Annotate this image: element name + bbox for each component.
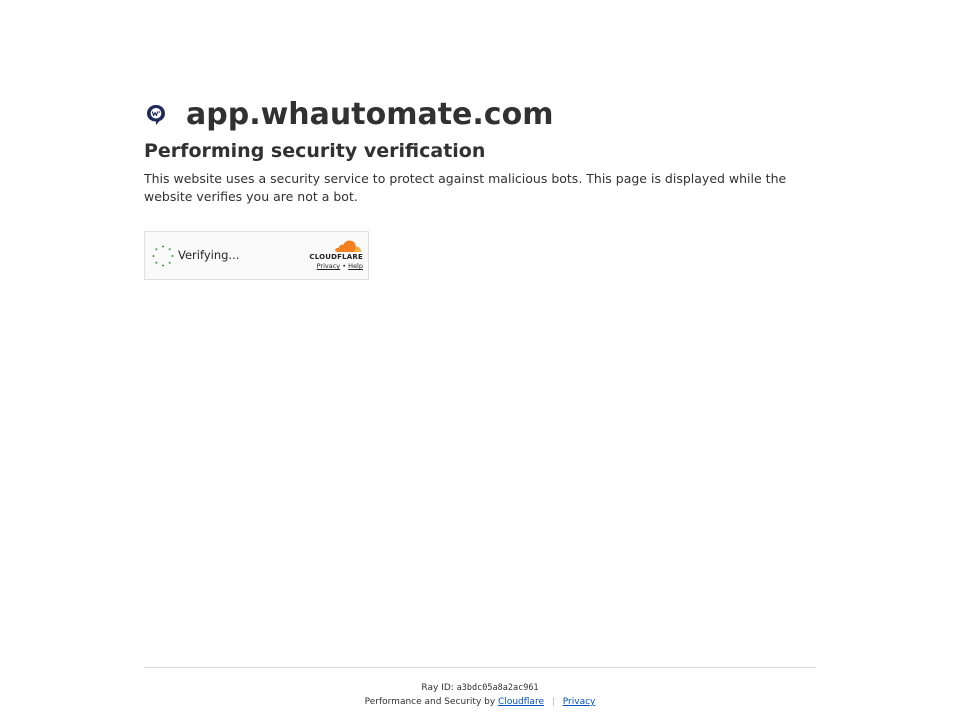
footer-divider: |: [551, 697, 555, 707]
widget-link-separator: •: [342, 262, 347, 270]
site-name: app.whautomate.com: [186, 97, 554, 132]
widget-links: Privacy • Help: [303, 262, 363, 271]
verifying-status: Verifying...: [178, 248, 240, 262]
site-header: app.whautomate.com: [144, 96, 816, 134]
main-content: app.whautomate.com Performing security v…: [144, 96, 816, 280]
widget-privacy-link[interactable]: Privacy: [317, 262, 341, 270]
spinner-icon: [151, 244, 175, 268]
footer: Ray ID: a3bdc05a8a2ac961 Performance and…: [144, 667, 816, 708]
cloudflare-branding: CLOUDFLARE Privacy • Help: [303, 239, 363, 271]
page-title: Performing security verification: [144, 140, 486, 162]
whautomate-logo-icon: [144, 103, 168, 127]
performance-line: Performance and Security by Cloudflare |…: [144, 696, 816, 708]
privacy-link[interactable]: Privacy: [563, 697, 596, 707]
cloudflare-cloud-icon: [303, 239, 363, 253]
ray-id-label: Ray ID:: [421, 683, 454, 693]
cloudflare-wordmark: CLOUDFLARE: [309, 253, 363, 261]
widget-help-link[interactable]: Help: [348, 262, 363, 270]
ray-id-value: a3bdc05a8a2ac961: [456, 683, 539, 693]
turnstile-widget[interactable]: Verifying... CLOUDFLARE Privacy • Help: [144, 231, 369, 280]
page-description: This website uses a security service to …: [144, 171, 787, 204]
verification-page: app.whautomate.com Performing security v…: [0, 0, 960, 720]
ray-id-line: Ray ID: a3bdc05a8a2ac961: [144, 682, 816, 694]
performance-text: Performance and Security by: [364, 697, 496, 707]
cloudflare-link[interactable]: Cloudflare: [498, 697, 544, 707]
